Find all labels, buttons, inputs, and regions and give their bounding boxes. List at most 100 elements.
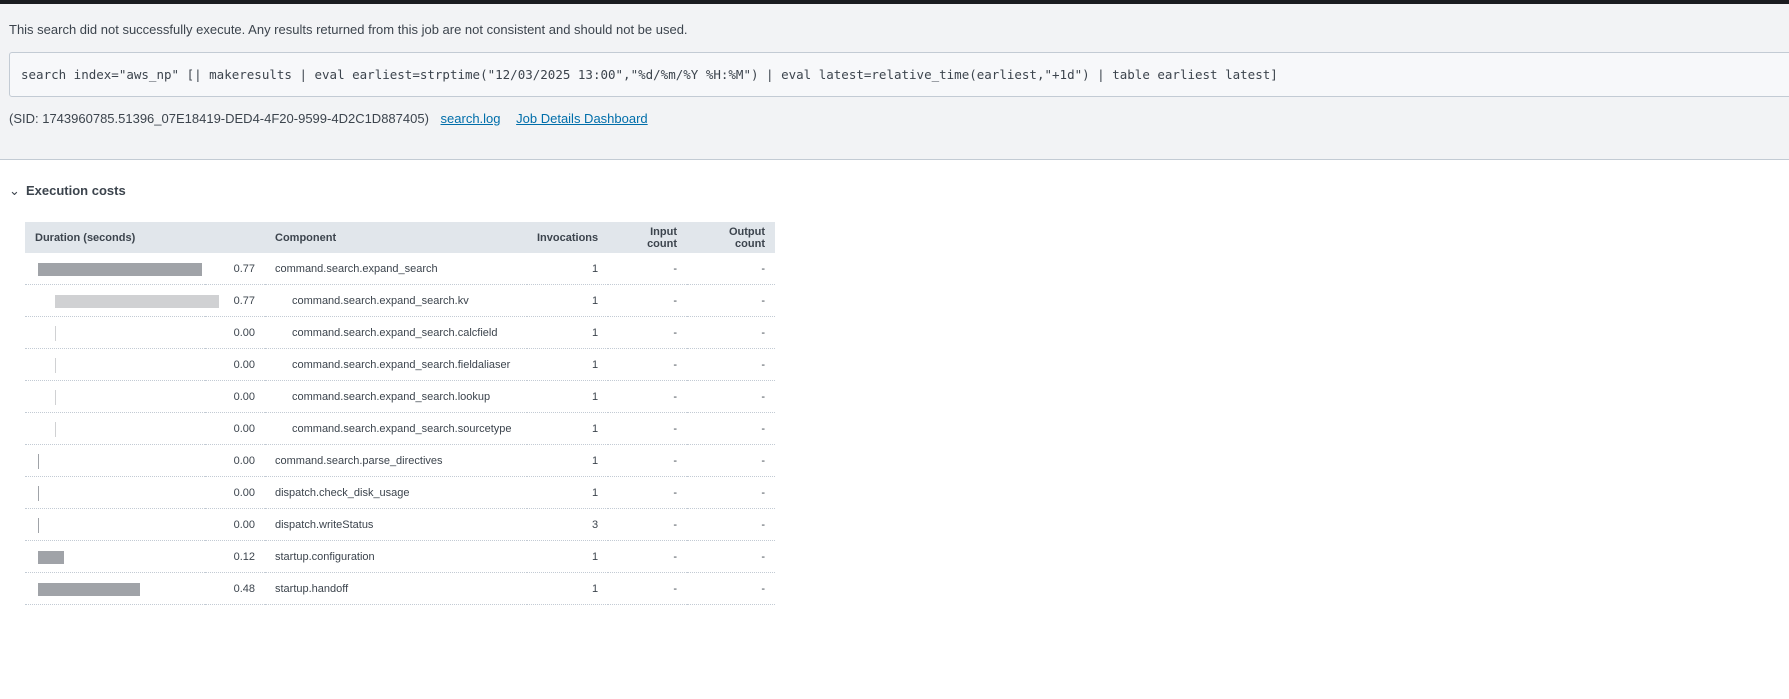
input-count: - xyxy=(608,380,688,413)
duration-value: 0.12 xyxy=(205,540,265,573)
input-count: - xyxy=(608,348,688,381)
search-query: search index="aws_np" [| makeresults | e… xyxy=(9,52,1789,97)
duration-bar xyxy=(38,486,39,501)
output-count: - xyxy=(687,380,775,413)
col-output-count: Output count xyxy=(687,222,775,253)
table-row: 0.00 command.search.expand_search.calcfi… xyxy=(25,316,775,349)
input-count: - xyxy=(608,412,688,445)
component-name: command.search.expand_search.sourcetype xyxy=(265,412,527,445)
duration-bar xyxy=(38,263,202,276)
duration-bar xyxy=(38,551,64,564)
job-inspector-header: This search did not successfully execute… xyxy=(0,4,1789,160)
duration-bar xyxy=(38,454,39,469)
duration-bar-cell xyxy=(25,508,205,541)
invocations: 1 xyxy=(527,253,609,285)
chevron-down-icon: ⌄ xyxy=(9,183,20,198)
duration-value: 0.00 xyxy=(205,316,265,349)
component-name: startup.handoff xyxy=(265,572,527,605)
search-log-link[interactable]: search.log xyxy=(441,111,501,126)
invocations: 1 xyxy=(527,380,609,413)
col-invocations: Invocations xyxy=(527,222,609,253)
input-count: - xyxy=(608,572,688,605)
component-name: dispatch.writeStatus xyxy=(265,508,527,541)
duration-bar-cell xyxy=(25,284,219,317)
invocations: 1 xyxy=(527,284,609,317)
duration-bar-cell xyxy=(25,253,205,285)
duration-bar xyxy=(55,295,219,308)
duration-value: 0.77 xyxy=(205,253,265,285)
execution-costs-toggle[interactable]: ⌄ Execution costs xyxy=(9,183,126,199)
input-count: - xyxy=(608,444,688,477)
invocations: 1 xyxy=(527,412,609,445)
output-count: - xyxy=(687,253,775,285)
duration-bar-cell xyxy=(25,572,205,605)
table-row: 0.00 dispatch.writeStatus 3 - - xyxy=(25,508,775,541)
input-count: - xyxy=(608,476,688,509)
duration-bar-cell xyxy=(25,444,205,477)
table-row: 0.77 command.search.expand_search.kv 1 -… xyxy=(25,284,775,317)
component-name: command.search.parse_directives xyxy=(265,444,527,477)
table-row: 0.00 dispatch.check_disk_usage 1 - - xyxy=(25,476,775,509)
table-row: 0.00 command.search.expand_search.source… xyxy=(25,412,775,445)
sid-text: (SID: 1743960785.51396_07E18419-DED4-4F2… xyxy=(9,111,429,126)
duration-bar xyxy=(38,518,39,533)
duration-bar-cell xyxy=(25,316,205,349)
output-count: - xyxy=(687,572,775,605)
output-count: - xyxy=(687,412,775,445)
input-count: - xyxy=(608,508,688,541)
duration-bar-cell xyxy=(25,380,205,413)
duration-bar-cell xyxy=(25,540,205,573)
table-row: 0.00 command.search.expand_search.fielda… xyxy=(25,348,775,381)
duration-value: 0.00 xyxy=(205,412,265,445)
duration-value: 0.00 xyxy=(205,508,265,541)
duration-value: 0.48 xyxy=(205,572,265,605)
invocations: 3 xyxy=(527,508,609,541)
duration-bar-cell xyxy=(25,476,205,509)
duration-value: 0.00 xyxy=(205,476,265,509)
output-count: - xyxy=(687,284,775,317)
component-name: startup.configuration xyxy=(265,540,527,573)
job-details-dashboard-link[interactable]: Job Details Dashboard xyxy=(516,111,648,126)
output-count: - xyxy=(687,316,775,349)
invocations: 1 xyxy=(527,444,609,477)
duration-bar xyxy=(55,326,56,341)
invocations: 1 xyxy=(527,348,609,381)
table-row: 0.12 startup.configuration 1 - - xyxy=(25,540,775,573)
col-duration: Duration (seconds) xyxy=(25,222,265,253)
duration-value: 0.00 xyxy=(205,380,265,413)
col-input-count: Input count xyxy=(608,222,688,253)
duration-bar-cell xyxy=(25,412,205,445)
duration-bar xyxy=(55,422,56,437)
component-name: command.search.expand_search.fieldaliase… xyxy=(265,348,527,381)
execution-costs-table: Duration (seconds) Component Invocations… xyxy=(25,222,775,605)
col-component: Component xyxy=(265,222,527,253)
input-count: - xyxy=(608,316,688,349)
component-name: command.search.expand_search.kv xyxy=(265,284,527,317)
duration-value: 0.00 xyxy=(205,348,265,381)
duration-bar xyxy=(38,583,140,596)
table-header: Duration (seconds) Component Invocations… xyxy=(25,222,775,253)
duration-bar-cell xyxy=(25,348,205,381)
input-count: - xyxy=(608,284,688,317)
duration-bar xyxy=(55,390,56,405)
table-row: 0.48 startup.handoff 1 - - xyxy=(25,572,775,605)
table-row: 0.00 command.search.parse_directives 1 -… xyxy=(25,444,775,477)
sid-line: (SID: 1743960785.51396_07E18419-DED4-4F2… xyxy=(9,111,648,126)
section-title: Execution costs xyxy=(26,183,126,198)
component-name: dispatch.check_disk_usage xyxy=(265,476,527,509)
component-name: command.search.expand_search xyxy=(265,253,527,285)
output-count: - xyxy=(687,444,775,477)
table-row: 0.00 command.search.expand_search.lookup… xyxy=(25,380,775,413)
invocations: 1 xyxy=(527,476,609,509)
input-count: - xyxy=(608,540,688,573)
output-count: - xyxy=(687,348,775,381)
invocations: 1 xyxy=(527,540,609,573)
component-name: command.search.expand_search.calcfield xyxy=(265,316,527,349)
duration-value: 0.00 xyxy=(205,444,265,477)
output-count: - xyxy=(687,508,775,541)
warning-message: This search did not successfully execute… xyxy=(9,22,688,37)
component-name: command.search.expand_search.lookup xyxy=(265,380,527,413)
duration-bar xyxy=(55,358,56,373)
invocations: 1 xyxy=(527,316,609,349)
output-count: - xyxy=(687,476,775,509)
